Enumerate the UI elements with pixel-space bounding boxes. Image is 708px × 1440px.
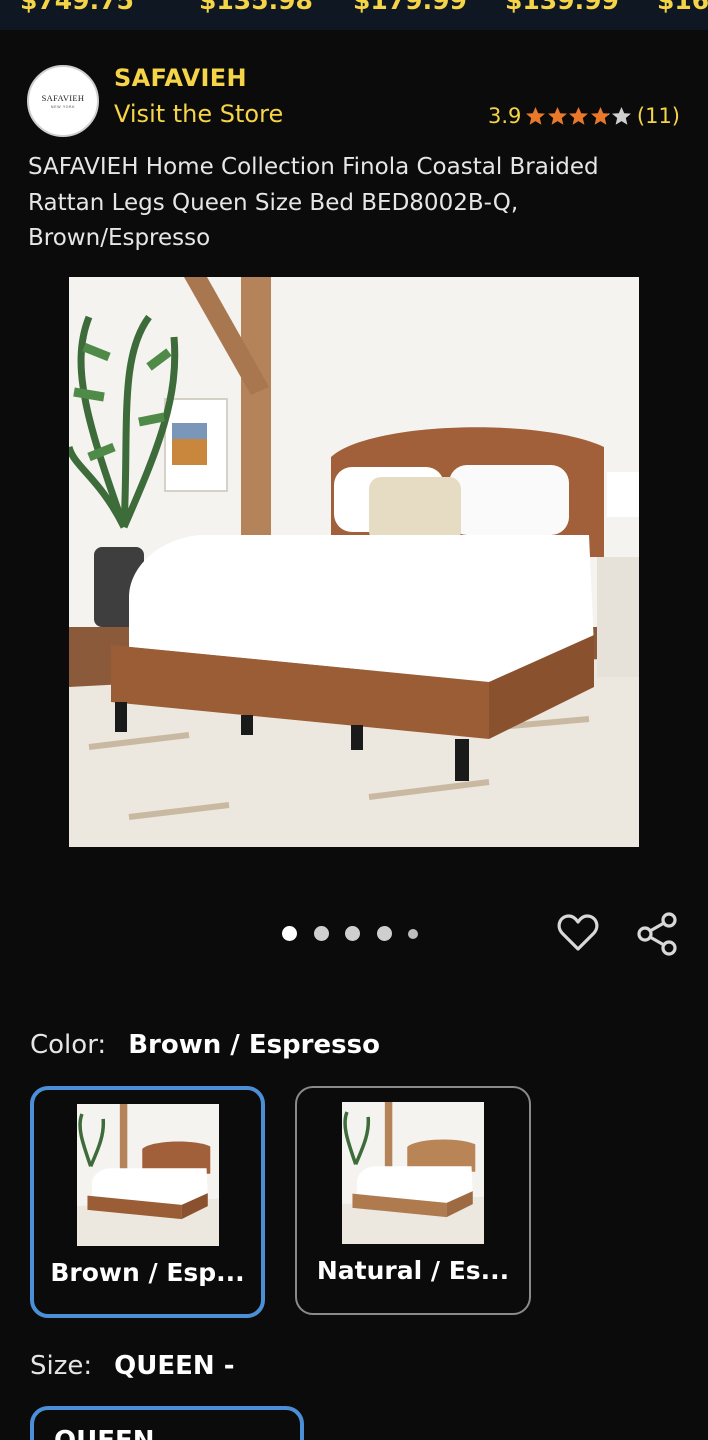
size-chip-label: QUEEN bbox=[54, 1426, 155, 1440]
heart-icon[interactable] bbox=[557, 913, 599, 953]
price-item[interactable]: $135.98 bbox=[199, 0, 313, 15]
brand-logo-text: SAFAVIEH bbox=[41, 93, 85, 103]
carousel-dot[interactable] bbox=[345, 926, 360, 941]
product-card: SAFAVIEH NEW YORK SAFAVIEH Visit the Sto… bbox=[0, 30, 708, 1002]
price-item[interactable]: $749.75 bbox=[20, 0, 134, 15]
swatch-label: Natural / Es... bbox=[316, 1256, 510, 1285]
review-count[interactable]: (11) bbox=[637, 104, 680, 128]
price-strip: $749.75 $135.98 $179.99 $139.99 $16 bbox=[0, 0, 708, 30]
color-label: Color: bbox=[30, 1030, 107, 1060]
star-icon bbox=[569, 106, 589, 125]
swatch-label: Brown / Esp... bbox=[50, 1258, 245, 1287]
product-image[interactable] bbox=[69, 277, 639, 847]
carousel-dot[interactable] bbox=[313, 926, 329, 941]
price-item[interactable]: $139.99 bbox=[505, 0, 619, 15]
visit-store-link[interactable]: Visit the Store bbox=[114, 100, 283, 128]
star-icon bbox=[612, 106, 632, 125]
size-value: QUEEN - bbox=[114, 1351, 235, 1381]
size-option-label: Size: QUEEN - bbox=[30, 1351, 234, 1381]
image-carousel-dots bbox=[282, 926, 435, 941]
color-swatch-brown[interactable]: Brown / Esp... bbox=[30, 1086, 265, 1318]
carousel-dot[interactable] bbox=[408, 928, 418, 939]
brand-name[interactable]: SAFAVIEH bbox=[114, 64, 247, 92]
carousel-dot[interactable] bbox=[282, 926, 297, 941]
brand-logo-subtext: NEW YORK bbox=[50, 105, 76, 109]
price-item[interactable]: $179.99 bbox=[353, 0, 467, 15]
swatch-image bbox=[77, 1104, 219, 1246]
carousel-dot[interactable] bbox=[376, 926, 392, 941]
rating-stars bbox=[525, 106, 633, 127]
color-value: Brown / Espresso bbox=[128, 1030, 380, 1060]
color-swatch-natural[interactable]: Natural / Es... bbox=[295, 1086, 531, 1315]
price-item[interactable]: $16 bbox=[657, 0, 708, 15]
star-icon bbox=[547, 106, 567, 125]
product-title: SAFAVIEH Home Collection Finola Coastal … bbox=[28, 154, 599, 251]
color-option-label: Color: Brown / Espresso bbox=[30, 1030, 380, 1060]
size-label: Size: bbox=[30, 1351, 93, 1381]
star-icon bbox=[590, 106, 610, 125]
swatch-image bbox=[342, 1102, 484, 1244]
brand-logo[interactable]: SAFAVIEH NEW YORK bbox=[27, 65, 99, 137]
star-icon bbox=[526, 106, 546, 125]
bed-photo bbox=[69, 277, 639, 847]
share-icon[interactable] bbox=[636, 912, 678, 956]
product-options: Color: Brown / Espresso Brown / Esp... N… bbox=[0, 1002, 708, 1440]
size-chip-queen[interactable]: QUEEN bbox=[30, 1406, 304, 1440]
rating-value: 3.9 bbox=[487, 104, 522, 128]
rating[interactable]: 3.9 (11) bbox=[488, 104, 680, 128]
